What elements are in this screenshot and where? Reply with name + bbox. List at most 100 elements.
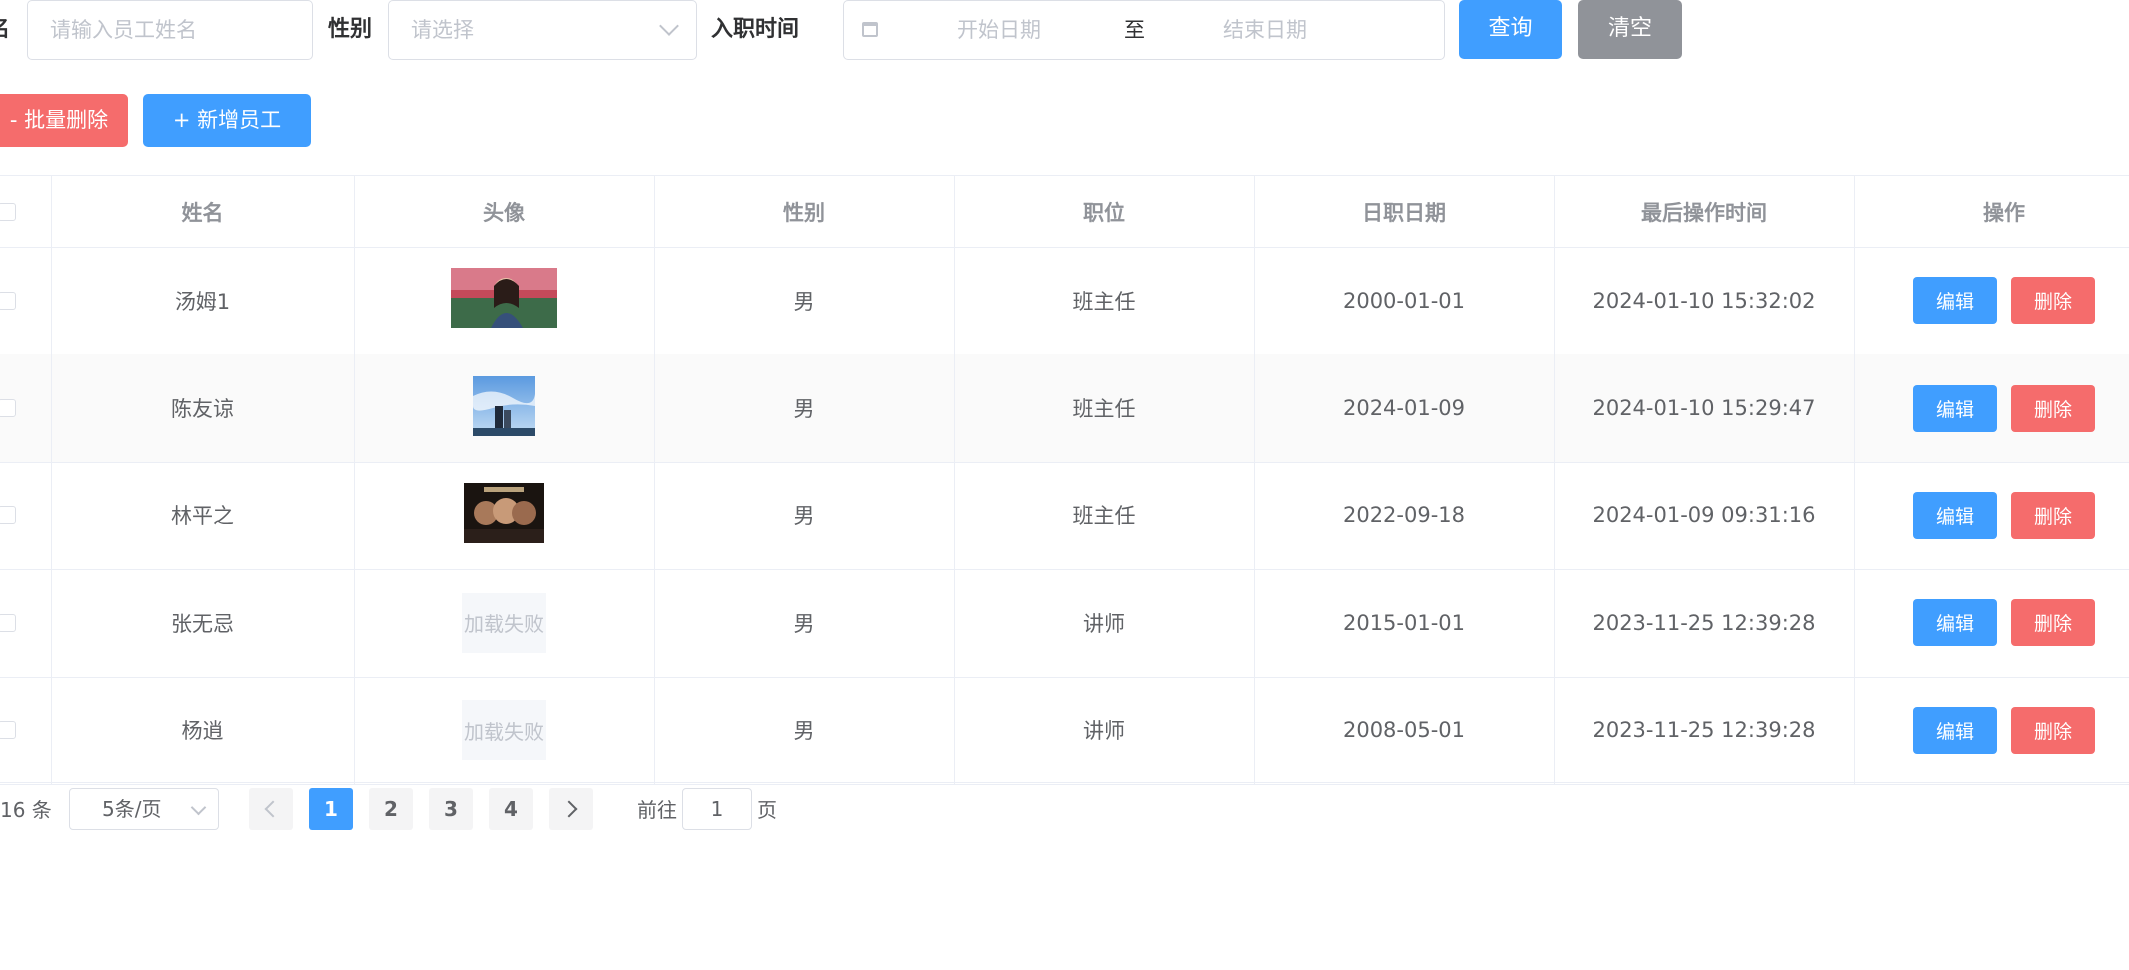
cell-avatar [354, 461, 655, 570]
header-name: 姓名 [51, 176, 355, 247]
table-header-row: 姓名 头像 性别 职位 日职日期 最后操作时间 操作 [0, 176, 2129, 248]
batch-delete-button[interactable]: - 批量删除 [0, 94, 128, 147]
name-search-input[interactable]: 请输入员工姓名 [27, 0, 313, 60]
table-row: 汤姆1 男班主任 2000-01-01 2024-01-10 15:32:02 编辑 删除 [0, 247, 2129, 356]
table-row: 林平之男班主任 2022-09-18 2024-01-09 09:31:16 编辑 删除 [0, 461, 2129, 571]
cell-operations: 编辑 删除 [1854, 569, 2129, 676]
select-all-cell [0, 176, 52, 247]
edit-button[interactable]: 编辑 [1913, 384, 1997, 432]
cell-name: 汤姆1 [51, 247, 355, 355]
cell-entry-date: 2008-05-01 [1254, 676, 1555, 784]
chevron-left-icon [264, 800, 282, 818]
cell-update-time: 2024-01-10 15:32:02 [1554, 247, 1855, 355]
row-checkbox[interactable] [0, 613, 16, 632]
cell-update-time: 2023-11-25 12:39:28 [1554, 569, 1855, 677]
cell-update-time: 2024-01-10 15:29:47 [1554, 354, 1855, 462]
range-separator: 至 [1124, 18, 1145, 42]
table-row: 张无忌 加载失败男讲师 2015-01-01 2023-11-25 12:39:28 编… [0, 569, 2129, 678]
cell-operations: 编辑 删除 [1854, 354, 2129, 461]
page-size-select[interactable]: 5条/页 [69, 788, 219, 830]
row-select-cell [0, 461, 52, 570]
cell-operations: 编辑 删除 [1854, 462, 2129, 569]
cell-entry-date: 2024-01-09 [1254, 354, 1555, 462]
cell-gender: 男 [654, 461, 955, 570]
avatar [473, 375, 535, 441]
chevron-down-icon [190, 799, 207, 816]
delete-button[interactable]: 删除 [2011, 599, 2095, 647]
cell-avatar [354, 354, 655, 462]
goto-page-input[interactable]: 1 [682, 788, 752, 830]
cell-job: 班主任 [954, 247, 1255, 355]
cell-update-time: 2024-01-09 09:31:16 [1554, 461, 1855, 570]
cell-operations: 编辑 删除 [1854, 247, 2129, 354]
cell-gender: 男 [654, 676, 955, 784]
name-label: 名 [0, 0, 10, 60]
cell-gender: 男 [654, 569, 955, 677]
header-gender: 性别 [654, 176, 955, 247]
goto-suffix: 页 [757, 798, 777, 822]
row-checkbox[interactable] [0, 399, 16, 418]
cell-name: 林平之 [51, 461, 355, 570]
cell-avatar: 加载失败 [354, 569, 655, 677]
prev-page-button[interactable] [249, 788, 293, 830]
end-date-input[interactable]: 结束日期 [1223, 1, 1307, 59]
gender-select-placeholder: 请选择 [411, 18, 474, 42]
row-checkbox[interactable] [0, 506, 16, 525]
cell-operations: 编辑 删除 [1854, 677, 2129, 784]
edit-button[interactable]: 编辑 [1913, 599, 1997, 647]
table-row: 陈友谅男班主任 2024-01-09 2024-01-10 15:29:47 编辑 删除 [0, 354, 2129, 463]
cell-avatar: 加载失败 [354, 676, 655, 784]
clear-button[interactable]: 清空 [1578, 0, 1682, 59]
cell-entry-date: 2015-01-01 [1254, 569, 1555, 677]
name-search-placeholder: 请输入员工姓名 [50, 18, 197, 42]
page-button-2[interactable]: 2 [369, 788, 413, 830]
delete-button[interactable]: 删除 [2011, 384, 2095, 432]
row-select-cell [0, 676, 52, 784]
page-size-value: 5条/页 [102, 797, 162, 821]
delete-button[interactable]: 删除 [2011, 491, 2095, 539]
add-employee-button[interactable]: + 新增员工 [143, 94, 311, 147]
edit-button[interactable]: 编辑 [1913, 491, 1997, 539]
next-page-button[interactable] [549, 788, 593, 830]
employee-table: 姓名 头像 性别 职位 日职日期 最后操作时间 操作 汤姆1 男班主任 2000-0… [0, 175, 2129, 785]
delete-button[interactable]: 删除 [2011, 277, 2095, 325]
row-select-cell [0, 569, 52, 677]
header-job: 职位 [954, 176, 1255, 247]
cell-gender: 男 [654, 354, 955, 462]
cell-job: 班主任 [954, 461, 1255, 570]
chevron-right-icon [560, 800, 578, 818]
header-entry-date: 日职日期 [1254, 176, 1555, 247]
start-date-input[interactable]: 开始日期 [957, 1, 1041, 59]
avatar [464, 482, 544, 548]
query-button[interactable]: 查询 [1459, 0, 1562, 59]
page-button-3[interactable]: 3 [429, 788, 473, 830]
avatar-load-failed: 加载失败 [462, 700, 546, 761]
entry-date-range-picker[interactable]: 开始日期 至 结束日期 [843, 0, 1445, 60]
cell-job: 讲师 [954, 676, 1255, 784]
cell-job: 班主任 [954, 354, 1255, 462]
cell-job: 讲师 [954, 569, 1255, 677]
page-button-1[interactable]: 1 [309, 788, 353, 830]
delete-button[interactable]: 删除 [2011, 706, 2095, 754]
table-row: 杨逍 加载失败男讲师 2008-05-01 2023-11-25 12:39:28 编辑… [0, 676, 2129, 785]
gender-select[interactable]: 请选择 [388, 0, 697, 60]
gender-label: 性别 [328, 17, 373, 42]
header-avatar: 头像 [354, 176, 655, 247]
header-update-time: 最后操作时间 [1554, 176, 1855, 247]
cell-update-time: 2023-11-25 12:39:28 [1554, 676, 1855, 784]
select-all-checkbox[interactable] [0, 202, 16, 221]
row-checkbox[interactable] [0, 721, 16, 740]
chevron-down-icon [659, 16, 679, 36]
page-button-4[interactable]: 4 [489, 788, 533, 830]
cell-name: 杨逍 [51, 676, 355, 784]
edit-button[interactable]: 编辑 [1913, 706, 1997, 754]
row-checkbox[interactable] [0, 291, 16, 310]
edit-button[interactable]: 编辑 [1913, 277, 1997, 325]
avatar-load-failed: 加载失败 [462, 592, 546, 653]
cell-entry-date: 2022-09-18 [1254, 461, 1555, 570]
row-select-cell [0, 247, 52, 355]
cell-avatar [354, 247, 655, 355]
cell-name: 陈友谅 [51, 354, 355, 462]
cell-entry-date: 2000-01-01 [1254, 247, 1555, 355]
entry-date-label: 入职时间 [711, 17, 800, 42]
